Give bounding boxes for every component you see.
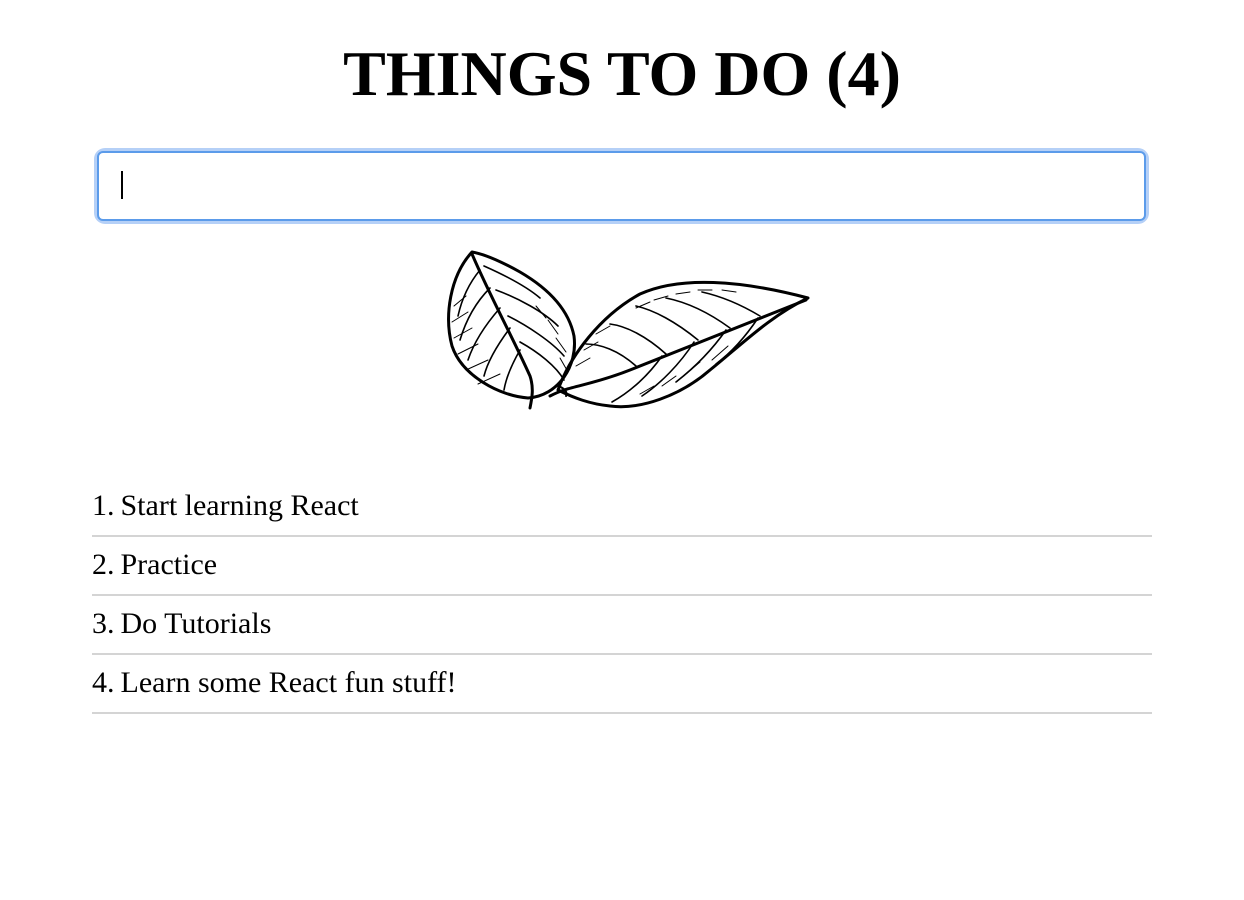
new-todo-field[interactable] [97,151,1146,221]
todo-item[interactable]: 4. Learn some React fun stuff! [92,655,1152,714]
todo-number: 1. [92,489,115,522]
new-todo-input[interactable] [97,151,1146,221]
todo-item[interactable]: 2. Practice [92,537,1152,596]
todo-app: THINGS TO DO (4) 1. Start learning React… [0,0,1244,900]
todo-number: 2. [92,548,115,581]
todo-text: Practice [120,548,218,581]
todo-text: Do Tutorials [120,607,272,640]
todo-item[interactable]: 3. Do Tutorials [92,596,1152,655]
todo-text: Start learning React [120,489,359,522]
todo-text: Learn some React fun stuff! [120,666,457,699]
page-title: THINGS TO DO (4) [343,38,901,109]
todo-number: 3. [92,607,115,640]
todo-list: 1. Start learning React 2. Practice 3. Do T… [92,478,1152,714]
todo-number: 4. [92,666,115,699]
text-caret [121,171,123,199]
leaves-icon [447,250,810,410]
todo-item[interactable]: 1. Start learning React [92,478,1152,537]
